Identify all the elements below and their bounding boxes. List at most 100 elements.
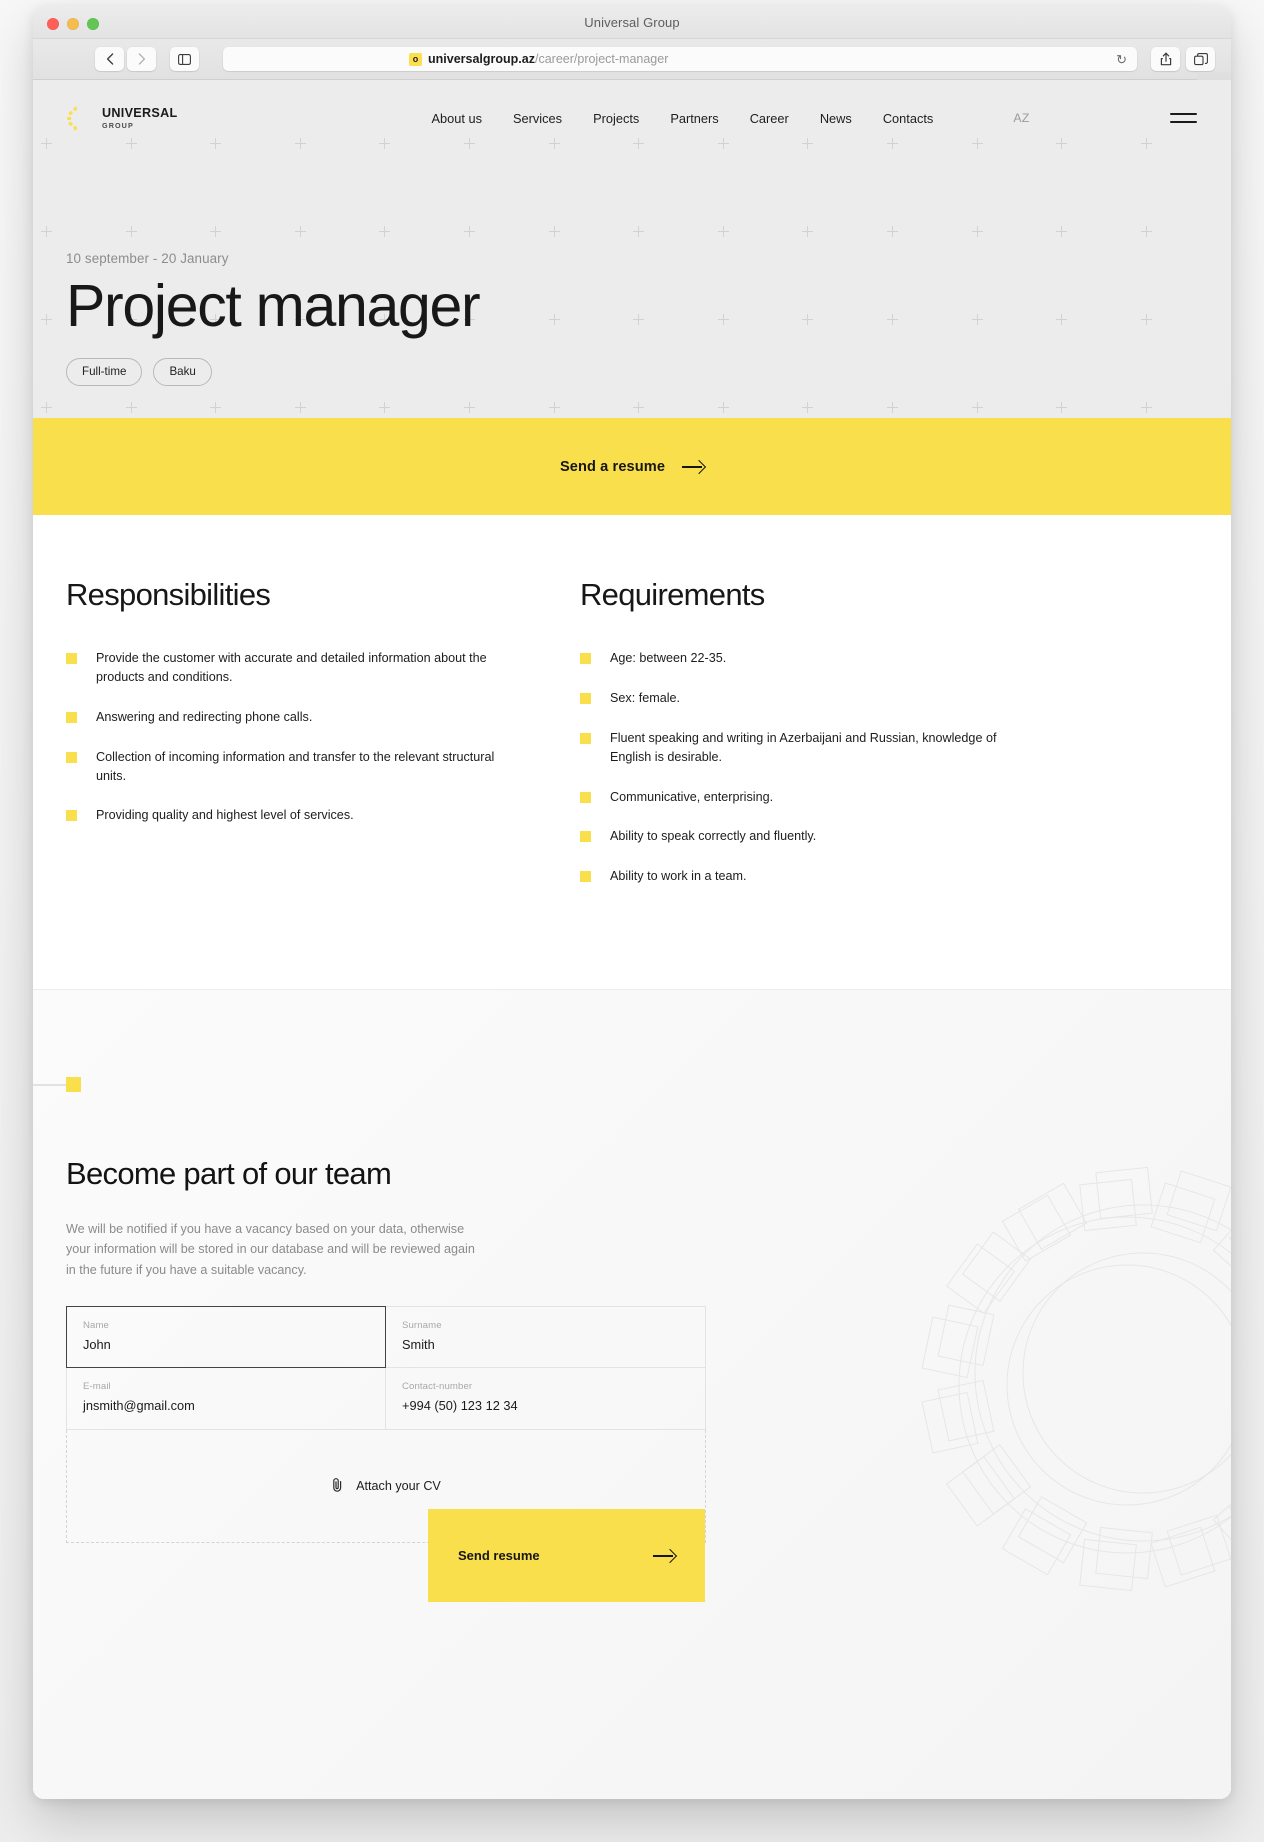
responsibilities-list: Provide the customer with accurate and d… [66, 649, 565, 825]
responsibilities-column: Responsibilities Provide the customer wi… [33, 577, 565, 989]
list-item-text: Age: between 22-35. [610, 651, 727, 665]
plus-marker-icon [294, 226, 306, 237]
chevron-left-icon [106, 53, 113, 65]
url-domain: universalgroup.az [428, 52, 535, 66]
section-divider [33, 989, 1231, 990]
hamburger-menu-icon[interactable] [1170, 113, 1197, 123]
nav-link-about-us[interactable]: About us [431, 111, 482, 126]
attach-cv-label: Attach your CV [356, 1479, 441, 1493]
email-field[interactable]: E-mail jnsmith@gmail.com [66, 1368, 386, 1430]
list-item: Provide the customer with accurate and d… [66, 649, 565, 687]
plus-marker-icon [41, 226, 52, 237]
nav-link-projects[interactable]: Projects [593, 111, 639, 126]
back-button[interactable] [95, 47, 124, 71]
toolbar-right-buttons [1151, 47, 1215, 71]
list-item-text: Collection of incoming information and t… [96, 749, 495, 783]
form-row-contact: E-mail jnsmith@gmail.com Contact-number … [66, 1368, 706, 1430]
bullet-square-icon [580, 871, 591, 883]
bullet-square-icon [66, 810, 77, 822]
plus-marker-icon [1056, 314, 1068, 325]
page-title: Project manager [66, 273, 481, 339]
nav-link-news[interactable]: News [820, 111, 852, 126]
requirements-list: Age: between 22-35. Sex: female. Fluent … [580, 649, 1125, 886]
tabs-overview-button[interactable] [1186, 47, 1215, 71]
plus-marker-icon [633, 402, 645, 413]
logo-wordmark: UNIVERSAL GROUP [102, 105, 178, 130]
plus-marker-icon [41, 402, 52, 413]
plus-marker-icon [802, 314, 814, 325]
list-item: Fluent speaking and writing in Azerbaija… [580, 729, 1125, 767]
sidebar-toggle-button[interactable] [170, 47, 199, 71]
name-field-label: Name [83, 1320, 109, 1331]
list-item-text: Ability to work in a team. [610, 869, 747, 884]
requirements-column: Requirements Age: between 22-35. Sex: fe… [565, 577, 1125, 989]
plus-marker-icon [210, 226, 222, 237]
list-item: Communicative, enterprising. [580, 788, 1125, 807]
tag-location: Baku [153, 357, 212, 386]
list-item: Sex: female. [580, 689, 1125, 708]
team-description: We will be notified if you have a vacanc… [66, 1222, 475, 1277]
plus-marker-icon [633, 226, 645, 237]
send-resume-banner[interactable]: Send a resume [33, 418, 1231, 515]
plus-marker-icon [1140, 402, 1152, 413]
primary-nav-links: About us Services Projects Partners Care… [431, 111, 933, 126]
plus-marker-icon [548, 314, 560, 325]
tabs-overview-icon [1193, 52, 1208, 65]
bullet-square-icon [66, 711, 77, 723]
plus-marker-icon [548, 402, 560, 413]
send-resume-button[interactable]: Send resume [428, 1509, 705, 1602]
list-item-text: Answering and redirecting phone calls. [96, 709, 313, 724]
plus-marker-icon [802, 226, 814, 237]
plus-marker-icon [1140, 314, 1152, 325]
name-field[interactable]: Name John [66, 1306, 386, 1368]
bullet-square-icon [66, 751, 77, 763]
reload-button[interactable]: ↻ [1116, 52, 1127, 68]
list-item-text: Communicative, enterprising. [610, 789, 774, 804]
surname-field-value: Smith [402, 1337, 435, 1352]
plus-marker-icon [887, 314, 898, 325]
responsibilities-heading: Responsibilities [66, 577, 271, 612]
nav-link-career[interactable]: Career [750, 111, 789, 126]
name-field-value: John [83, 1337, 111, 1352]
page-viewport: UNIVERSAL GROUP About us Services Projec… [33, 80, 1231, 1799]
universal-group-logo-icon [66, 105, 93, 132]
bullet-square-icon [66, 653, 77, 664]
nav-link-services[interactable]: Services [513, 111, 562, 126]
address-bar[interactable]: o universalgroup.az/career/project-manag… [223, 47, 1137, 71]
plus-marker-icon [802, 402, 814, 413]
logo-line-2: GROUP [102, 120, 134, 130]
share-button[interactable] [1151, 47, 1180, 71]
gear-wireframe-decoration [843, 1055, 1231, 1695]
plus-marker-icon [887, 402, 898, 413]
list-item-text: Fluent speaking and writing in Azerbaija… [610, 730, 997, 764]
plus-marker-icon [633, 314, 645, 325]
logo-line-1: UNIVERSAL [102, 105, 178, 120]
language-switcher[interactable]: AZ [1013, 111, 1030, 125]
site-logo[interactable]: UNIVERSAL GROUP [66, 105, 177, 132]
form-row-name: Name John Surname Smith [66, 1306, 706, 1368]
nav-link-contacts[interactable]: Contacts [883, 111, 934, 126]
plus-marker-icon [41, 314, 52, 325]
plus-marker-icon [1056, 402, 1068, 413]
browser-titlebar: Universal Group [33, 6, 1231, 39]
list-item: Ability to work in a team. [580, 867, 1125, 886]
nav-link-partners[interactable]: Partners [670, 111, 718, 126]
plus-marker-icon [717, 402, 729, 413]
plus-marker-icon [125, 226, 137, 237]
plus-marker-icon [125, 402, 137, 413]
plus-marker-icon [379, 226, 391, 237]
paperclip-icon [331, 1477, 344, 1496]
contact-number-field[interactable]: Contact-number +994 (50) 123 12 34 [386, 1368, 706, 1430]
team-intro: Become part of our team We will be notif… [66, 1156, 766, 1280]
plus-marker-icon [548, 226, 560, 237]
vacancy-tags: Full-time Baku [66, 357, 479, 386]
send-resume-button-label: Send resume [458, 1548, 540, 1563]
bullet-square-icon [580, 653, 591, 664]
forward-button[interactable] [127, 47, 156, 71]
job-details-section: Responsibilities Provide the customer wi… [33, 515, 1231, 989]
plus-marker-icon [464, 226, 475, 237]
plus-marker-icon [971, 226, 983, 237]
bullet-square-icon [580, 831, 591, 843]
url-path: /career/project-manager [534, 52, 669, 66]
surname-field[interactable]: Surname Smith [386, 1306, 706, 1368]
